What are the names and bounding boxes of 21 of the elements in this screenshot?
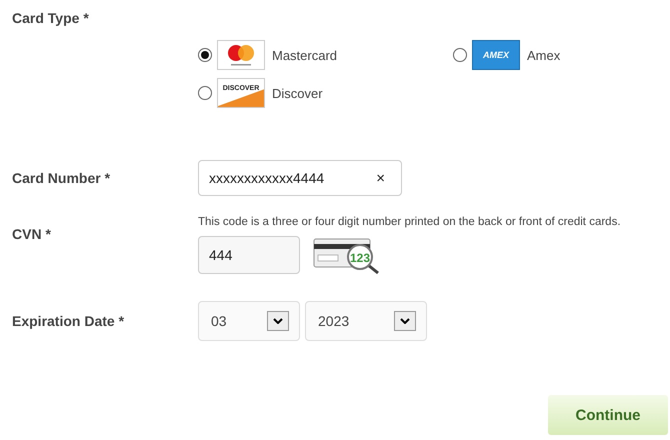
cvn-label: CVN * [12,226,52,242]
option-label: Amex [527,48,560,62]
option-label: Discover [272,86,323,100]
help-text: This code is a three or four digit number printed on the back or front of credit cards. [198,216,622,228]
clear-button[interactable]: × [376,170,391,186]
radio-button[interactable] [453,48,467,62]
option-label: Mastercard [272,48,338,62]
year-select[interactable]: 2023 [305,301,427,341]
continue-button[interactable]: Continue [548,395,668,435]
card-number-label: Card Number * [12,170,112,186]
card-type-label: Card Type * [12,9,90,26]
card-number-field[interactable]: xxxxxxxxxxxx4444 × [198,160,402,196]
amex-logo: AMEX [472,40,520,70]
expiration-date-label: Expiration Date * [12,313,126,329]
month-select[interactable]: 03 [198,301,300,341]
card-logo-icon [217,40,265,70]
dropdown-icon [267,311,289,331]
dropdown-icon [394,311,416,331]
cvn-field[interactable]: 444 [198,236,300,274]
radio-button[interactable] [198,86,212,100]
radio-button[interactable] [198,48,212,62]
